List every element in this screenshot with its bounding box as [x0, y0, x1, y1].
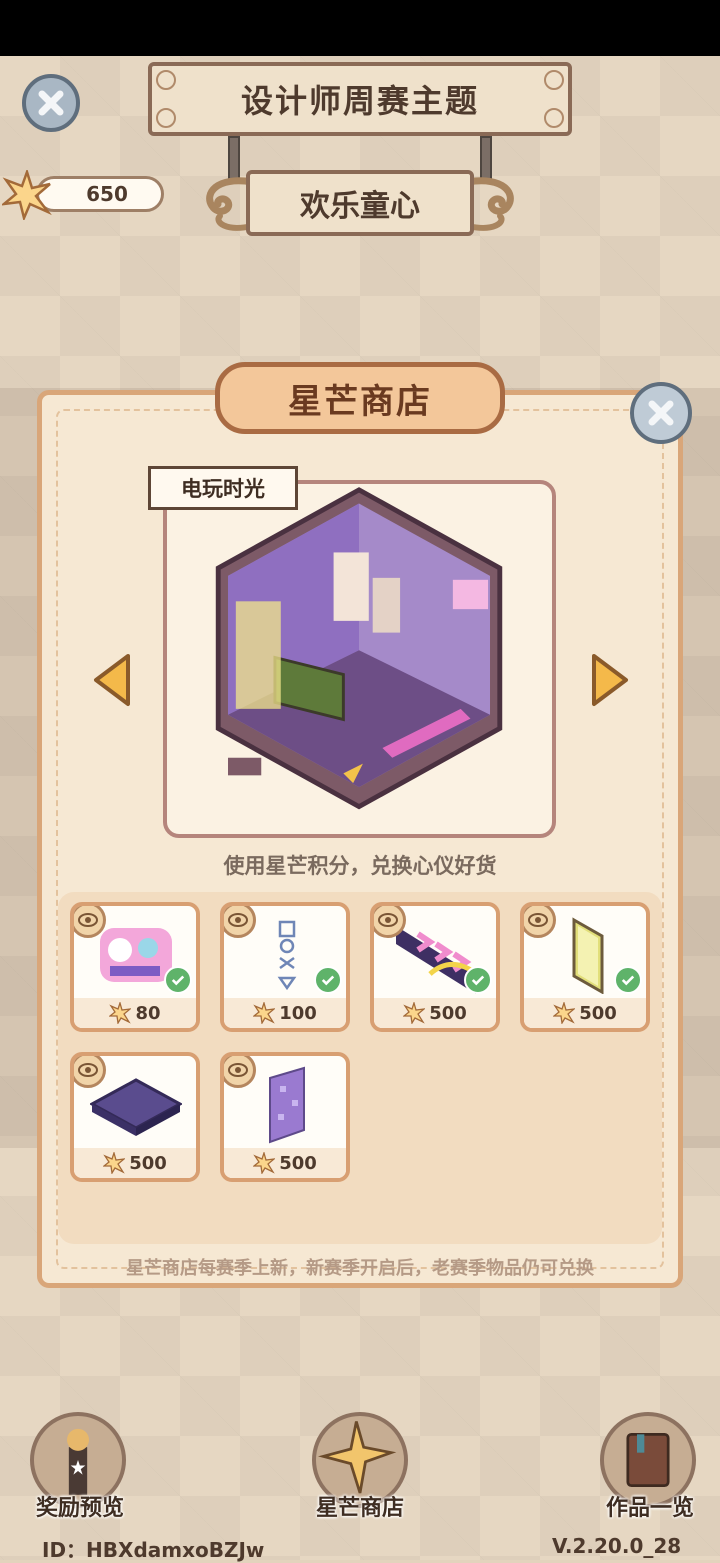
- shop-item[interactable]: 80: [70, 902, 200, 1032]
- close-shop-button[interactable]: [630, 382, 692, 444]
- item-price: 500: [74, 1148, 196, 1178]
- close-icon: [38, 90, 64, 116]
- owned-check-icon: [614, 966, 642, 994]
- close-icon: [648, 400, 674, 426]
- preview-eye-button[interactable]: [524, 906, 556, 938]
- preview-eye-button[interactable]: [74, 906, 106, 938]
- rewards-preview-label: 奖励预览: [35, 1496, 124, 1521]
- price-value: 80: [135, 1002, 161, 1024]
- price-value: 500: [129, 1152, 167, 1174]
- star-points-icon: [253, 1002, 276, 1024]
- star-points-icon: [553, 1002, 576, 1024]
- preview-eye-button[interactable]: [224, 906, 256, 938]
- owned-check-icon: [314, 966, 342, 994]
- price-value: 500: [579, 1002, 617, 1024]
- star-points-icon: [103, 1152, 126, 1174]
- room-name-tag: 电玩时光: [148, 466, 298, 510]
- room-illustration: [215, 487, 503, 810]
- prev-arrow-button[interactable]: [92, 652, 132, 708]
- shop-title: 星芒商店: [215, 362, 505, 434]
- owned-check-icon: [164, 966, 192, 994]
- item-price: 500: [524, 998, 646, 1028]
- item-price: 100: [224, 998, 346, 1028]
- star-points-icon: [253, 1152, 276, 1174]
- item-price: 500: [224, 1148, 346, 1178]
- shop-item[interactable]: 500: [70, 1052, 200, 1182]
- item-price: 80: [74, 998, 196, 1028]
- eye-icon: [78, 1063, 98, 1077]
- theme-name: 欢乐童心: [246, 170, 474, 236]
- ornament-icon: [544, 108, 564, 128]
- room-preview: [163, 480, 556, 838]
- star-points-icon: [109, 1002, 132, 1024]
- preview-eye-button[interactable]: [374, 906, 406, 938]
- shop-item[interactable]: 500: [220, 1052, 350, 1182]
- app-version: V.2.20.0_28: [552, 1534, 682, 1558]
- eye-icon: [228, 913, 248, 927]
- preview-eye-button[interactable]: [74, 1056, 106, 1088]
- banner-title: 设计师周赛主题: [240, 82, 479, 120]
- user-id: ID：HBXdamxoBZJw: [42, 1538, 265, 1562]
- star-points: 650: [36, 176, 164, 212]
- star-points-icon: [2, 170, 52, 220]
- owned-check-icon: [464, 966, 492, 994]
- works-overview-label: 作品一览: [605, 1496, 694, 1521]
- eye-icon: [378, 913, 398, 927]
- price-value: 100: [279, 1002, 317, 1024]
- price-value: 500: [429, 1002, 467, 1024]
- shop-item[interactable]: 500: [370, 902, 500, 1032]
- shop-footnote: 星芒商店每赛季上新，新赛季开启后，老赛季物品仍可兑换: [126, 1258, 594, 1279]
- preview-eye-button[interactable]: [224, 1056, 256, 1088]
- close-button[interactable]: [22, 74, 80, 132]
- status-bar: [0, 0, 720, 56]
- star-shop-label: 星芒商店: [315, 1496, 404, 1521]
- eye-icon: [78, 913, 98, 927]
- ornament-icon: [156, 108, 176, 128]
- ornament-icon: [544, 70, 564, 90]
- next-arrow-button[interactable]: [590, 652, 630, 708]
- price-value: 500: [279, 1152, 317, 1174]
- star-points-icon: [403, 1002, 426, 1024]
- item-price: 500: [374, 998, 496, 1028]
- ornament-icon: [156, 70, 176, 90]
- eye-icon: [528, 913, 548, 927]
- shop-item[interactable]: 100: [220, 902, 350, 1032]
- shop-item[interactable]: 500: [520, 902, 650, 1032]
- contest-banner: 设计师周赛主题: [148, 62, 572, 136]
- shop-subtitle: 使用星芒积分，兑换心仪好货: [223, 854, 497, 878]
- eye-icon: [228, 1063, 248, 1077]
